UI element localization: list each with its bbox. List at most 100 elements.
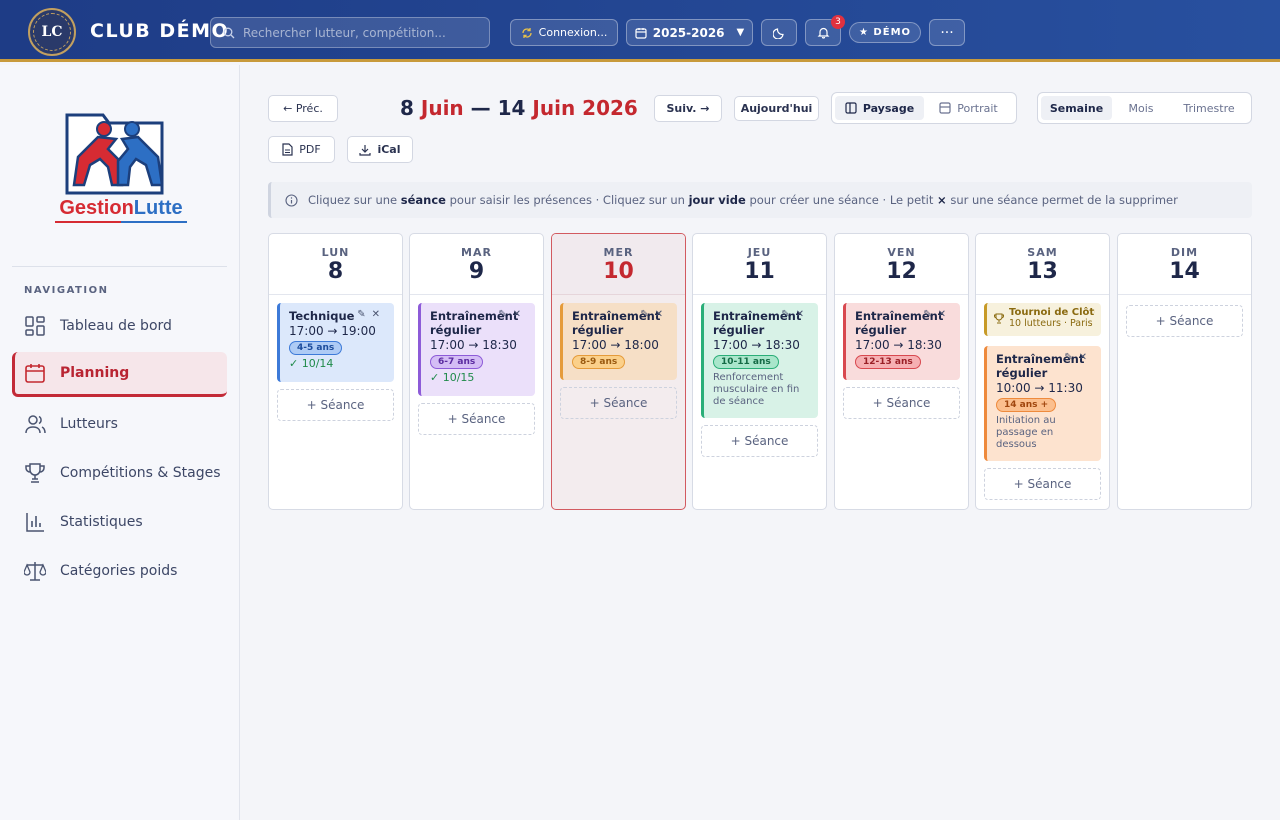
more-button[interactable]: ··· xyxy=(929,19,965,46)
calendar-icon xyxy=(25,364,45,383)
info-icon xyxy=(285,193,298,207)
add-session-button[interactable]: + Séance xyxy=(843,387,960,419)
session-card[interactable]: Technique ✎✕ 17:00 → 19:00 4-5 ans ✓ 10/… xyxy=(277,303,394,382)
orientation-portrait-label: Portrait xyxy=(957,101,998,115)
attendance-count: ✓ 10/15 xyxy=(430,371,475,384)
session-time: 17:00 → 19:00 xyxy=(289,324,376,338)
period-quarter[interactable]: Trimestre xyxy=(1170,96,1248,120)
edit-icon[interactable]: ✎ xyxy=(357,309,371,320)
theme-toggle-button[interactable] xyxy=(761,19,797,46)
day-column-friday[interactable]: VEN 12 Entraînement régulier ✎✕ 17:00 → 1… xyxy=(834,233,969,510)
connect-button[interactable]: Connexion... xyxy=(510,19,618,46)
edit-icon[interactable]: ✎ xyxy=(640,309,654,320)
sidebar-item-statistics[interactable]: Statistiques xyxy=(12,499,227,544)
info-bold: jour vide xyxy=(688,193,746,207)
day-column-sunday[interactable]: DIM 14 + Séance xyxy=(1117,233,1252,510)
session-card[interactable]: Entraînement régulier ✎✕ 17:00 → 18:30 6… xyxy=(418,303,535,396)
orientation-landscape[interactable]: Paysage xyxy=(835,96,924,120)
nav-caption: NAVIGATION xyxy=(24,285,109,296)
day-column-wednesday[interactable]: MER 10 Entraînement régulier ✎✕ 17:00 → 1… xyxy=(551,233,686,510)
age-badge: 6-7 ans xyxy=(430,355,484,369)
add-session-button[interactable]: + Séance xyxy=(701,425,818,457)
close-icon[interactable]: ✕ xyxy=(655,309,669,320)
close-icon[interactable]: ✕ xyxy=(938,309,952,320)
sidebar-item-wrestlers[interactable]: Lutteurs xyxy=(12,401,227,446)
info-text: pour créer une séance · Le petit xyxy=(749,193,934,207)
pdf-export-button[interactable]: PDF xyxy=(268,136,335,163)
info-bold: × xyxy=(937,193,947,207)
session-note: Renforcement musculaire en fin de séance xyxy=(713,372,800,407)
scale-icon xyxy=(24,561,46,581)
logo-text-gestion: Gestion xyxy=(59,197,133,219)
portrait-icon xyxy=(939,102,951,114)
session-actions: ✎✕ xyxy=(781,309,810,320)
edit-icon[interactable]: ✎ xyxy=(923,309,937,320)
age-badge: 8-9 ans xyxy=(572,355,626,369)
session-title: Technique xyxy=(289,309,355,323)
session-card[interactable]: Entraînement régulier ✎✕ 17:00 → 18:00 8… xyxy=(560,303,677,380)
session-actions: ✎✕ xyxy=(498,309,527,320)
day-column-saturday[interactable]: SAM13 Tournoi de Clôture 10 lutteurs · P… xyxy=(975,233,1110,510)
session-note: Initiation au passage en dessous xyxy=(996,415,1056,450)
sidebar-item-competitions[interactable]: Compétitions & Stages xyxy=(12,450,227,495)
add-session-button[interactable]: + Séance xyxy=(560,387,677,419)
day-number: 9 xyxy=(468,259,485,284)
day-column-monday[interactable]: LUN 8 Technique ✎✕ 17:00 → 19:00 4-5 ans … xyxy=(268,233,403,510)
next-week-button[interactable]: Suiv. → xyxy=(654,95,722,122)
close-icon[interactable]: ✕ xyxy=(796,309,810,320)
week-title: 8 Juin — 14 Juin 2026 xyxy=(400,96,638,120)
day-header: MAR 9 xyxy=(410,234,543,295)
trophy-small-icon xyxy=(994,313,1004,324)
season-select[interactable]: 2025-2026 ▼ xyxy=(626,19,753,46)
edit-icon[interactable]: ✎ xyxy=(1064,352,1078,363)
edit-icon[interactable]: ✎ xyxy=(781,309,795,320)
orientation-portrait[interactable]: Portrait xyxy=(924,96,1013,120)
club-logo[interactable]: LC xyxy=(28,8,76,56)
add-session-button[interactable]: + Séance xyxy=(984,468,1101,500)
title-end-month: Juin 2026 xyxy=(532,96,638,120)
notifications-button[interactable]: 3 xyxy=(805,15,845,46)
orientation-toggle: Paysage Portrait xyxy=(831,92,1017,124)
edit-icon[interactable]: ✎ xyxy=(498,309,512,320)
session-time: 17:00 → 18:30 xyxy=(430,338,517,352)
add-session-button[interactable]: + Séance xyxy=(277,389,394,421)
add-session-button[interactable]: + Séance xyxy=(1126,305,1243,337)
age-badge: 12-13 ans xyxy=(855,355,921,369)
age-badge: 10-11 ans xyxy=(713,355,779,369)
ical-export-button[interactable]: iCal xyxy=(347,136,413,163)
sidebar-item-dashboard[interactable]: Tableau de bord xyxy=(12,303,227,348)
info-banner: Cliquez sur une séance pour saisir les p… xyxy=(268,182,1252,218)
search-input[interactable] xyxy=(243,25,483,40)
search-box[interactable] xyxy=(210,17,490,48)
title-start-day: 8 xyxy=(400,96,414,120)
orientation-landscape-label: Paysage xyxy=(862,101,915,115)
chevron-down-icon: ▼ xyxy=(736,27,745,38)
period-week[interactable]: Semaine xyxy=(1041,96,1112,120)
sidebar-item-label: Compétitions & Stages xyxy=(60,464,221,481)
day-column-thursday[interactable]: JEU 11 Entraînement régulier ✎✕ 17:00 → 1… xyxy=(692,233,827,510)
session-card[interactable]: Entraînement régulier ✎✕ 10:00 → 11:30 1… xyxy=(984,346,1101,461)
period-month[interactable]: Mois xyxy=(1112,96,1170,120)
moon-icon xyxy=(772,28,784,39)
sidebar-item-label: Lutteurs xyxy=(60,415,118,432)
session-card[interactable]: Entraînement régulier ✎✕ 17:00 → 18:30 1… xyxy=(843,303,960,380)
add-session-button[interactable]: + Séance xyxy=(418,403,535,435)
sidebar-item-weight-categories[interactable]: Catégories poids xyxy=(12,548,227,593)
day-header: MER 10 xyxy=(552,234,685,295)
day-column-tuesday[interactable]: MAR 9 Entraînement régulier ✎✕ 17:00 → 18… xyxy=(409,233,544,510)
main-content: ← Préc. 8 Juin — 14 Juin 2026 Suiv. → Au… xyxy=(240,65,1280,820)
session-time: 10:00 → 11:30 xyxy=(996,381,1083,395)
today-button[interactable]: Aujourd'hui xyxy=(734,96,819,121)
day-number: 8 xyxy=(327,259,344,284)
tournament-title: Tournoi de Clôture xyxy=(1009,307,1095,318)
session-actions: ✎✕ xyxy=(923,309,952,320)
session-card[interactable]: Entraînement régulier ✎✕ 17:00 → 18:30 1… xyxy=(701,303,818,418)
session-actions: ✎✕ xyxy=(640,309,669,320)
session-title: Entraînement régulier xyxy=(713,309,802,337)
close-icon[interactable]: ✕ xyxy=(372,309,386,320)
sidebar-item-planning[interactable]: Planning xyxy=(12,352,227,397)
prev-week-button[interactable]: ← Préc. xyxy=(268,95,338,122)
close-icon[interactable]: ✕ xyxy=(1079,352,1093,363)
close-icon[interactable]: ✕ xyxy=(513,309,527,320)
tournament-card[interactable]: Tournoi de Clôture 10 lutteurs · Paris xyxy=(984,303,1101,336)
